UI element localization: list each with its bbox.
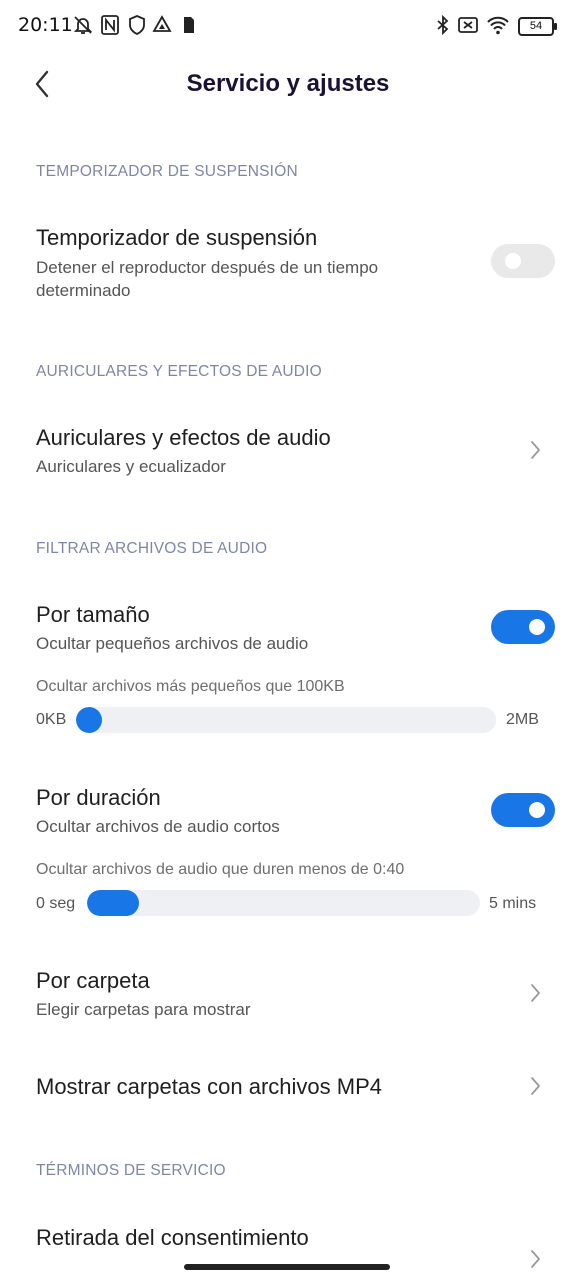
by-duration-slider-caption: Ocultar archivos de audio que duren meno… [36, 861, 405, 878]
audio-effects-subtitle: Auriculares y ecualizador [36, 457, 226, 476]
app-header: Servicio y ajustes [0, 56, 576, 116]
by-size-slider[interactable] [76, 707, 496, 733]
chevron-right-icon [531, 984, 540, 1002]
sleep-timer-toggle[interactable] [491, 244, 555, 278]
wifi-icon [487, 16, 509, 35]
by-size-slider-max: 2MB [506, 711, 539, 728]
by-size-title: Por tamaño [36, 602, 150, 627]
by-size-slider-min: 0KB [36, 711, 67, 728]
sleep-timer-subtitle-line2: determinado [36, 281, 131, 300]
mute-icon [73, 16, 93, 34]
chevron-right-icon [531, 1077, 540, 1095]
consent-title: Retirada del consentimiento [36, 1225, 309, 1250]
gesture-nav-bar[interactable] [184, 1264, 390, 1270]
by-duration-slider[interactable] [87, 890, 480, 916]
section-heading-filter-audio: FILTRAR ARCHIVOS DE AUDIO [36, 540, 268, 557]
by-size-toggle[interactable] [491, 610, 555, 644]
section-heading-terms: TÉRMINOS DE SERVICIO [36, 1162, 226, 1179]
sim-icon [184, 17, 194, 33]
by-size-slider-caption: Ocultar archivos más pequeños que 100KB [36, 678, 345, 695]
by-size-subtitle: Ocultar pequeños archivos de audio [36, 634, 309, 653]
battery-indicator: 54 [518, 17, 557, 36]
sleep-timer-title: Temporizador de suspensión [36, 225, 318, 250]
by-duration-slider-fill [87, 890, 139, 916]
audio-effects-title: Auriculares y efectos de audio [36, 425, 331, 450]
toggle-knob [505, 253, 521, 269]
show-mp4-title: Mostrar carpetas con archivos MP4 [36, 1074, 383, 1099]
by-duration-slider-min: 0 seg [36, 895, 76, 912]
nfc-icon [101, 15, 119, 35]
chevron-right-icon [531, 441, 540, 459]
by-duration-toggle[interactable] [491, 793, 555, 827]
chevron-right-icon [531, 1250, 540, 1268]
by-duration-subtitle: Ocultar archivos de audio cortos [36, 817, 280, 836]
toggle-knob [529, 619, 545, 635]
by-folder-title: Por carpeta [36, 968, 150, 993]
page-title: Servicio y ajustes [186, 70, 390, 97]
drive-icon [152, 15, 172, 32]
shield-icon [129, 15, 145, 36]
section-heading-audio-effects: AURICULARES Y EFECTOS DE AUDIO [36, 363, 322, 380]
status-bar: 20:11 54 [0, 0, 576, 52]
status-time: 20:11 [18, 14, 73, 36]
toggle-knob [529, 802, 545, 818]
by-size-slider-fill [76, 707, 102, 733]
by-folder-subtitle: Elegir carpetas para mostrar [36, 1000, 251, 1019]
bluetooth-icon [437, 14, 449, 36]
no-sim-icon [458, 17, 478, 33]
by-duration-title: Por duración [36, 785, 161, 810]
section-heading-sleep-timer: TEMPORIZADOR DE SUSPENSIÓN [36, 163, 298, 180]
by-duration-slider-max: 5 mins [489, 895, 537, 912]
sleep-timer-subtitle-line1: Detener el reproductor después de un tie… [36, 258, 379, 277]
